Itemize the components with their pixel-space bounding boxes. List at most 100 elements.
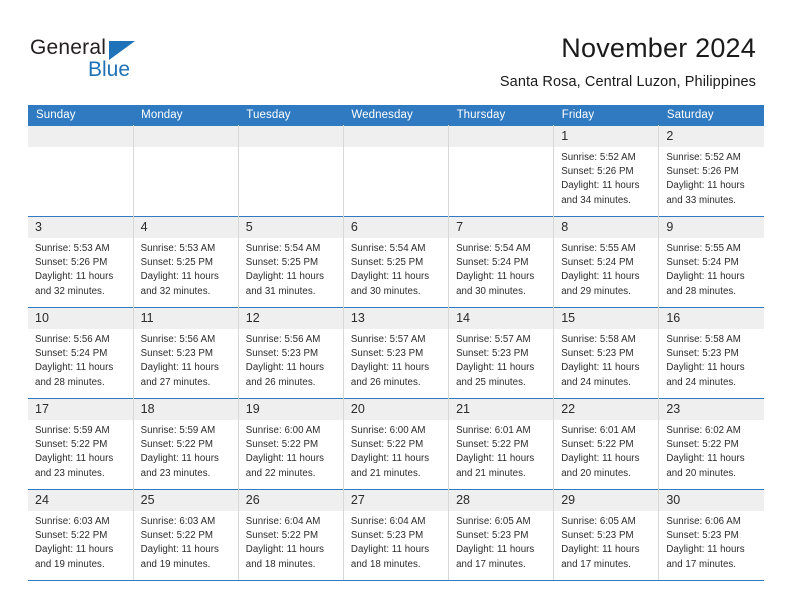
day-sun-info: Sunrise: 5:54 AM Sunset: 5:25 PM Daylight:… — [239, 238, 343, 299]
daylight-text-line1: Daylight: 11 hours — [350, 544, 430, 556]
sunrise-text: Sunrise: 6:04 AM — [245, 516, 321, 527]
day-sun-info: Sunrise: 6:04 AM Sunset: 5:22 PM Daylight:… — [239, 511, 343, 572]
calendar-day-cell[interactable]: 6 Sunrise: 5:54 AM Sunset: 5:25 PM Daylight… — [342, 216, 450, 308]
day-number: 13 — [343, 308, 449, 329]
daylight-text-line1: Daylight: 11 hours — [456, 271, 535, 283]
calendar-day-cell-empty — [342, 125, 450, 217]
day-number: 26 — [238, 490, 343, 511]
day-sun-info: Sunrise: 6:01 AM Sunset: 5:22 PM Daylight:… — [554, 420, 658, 481]
calendar-week-row: 1 Sunrise: 5:52 AM Sunset: 5:26 PM Daylight… — [28, 125, 764, 217]
calendar-day-cell[interactable]: 12 Sunrise: 5:56 AM Sunset: 5:23 PM Dayligh… — [237, 307, 344, 399]
sunrise-text: Sunrise: 5:55 AM — [561, 243, 636, 254]
day-sun-info: Sunrise: 5:57 AM Sunset: 5:23 PM Daylight:… — [344, 329, 448, 390]
sunrise-text: Sunrise: 5:57 AM — [456, 334, 531, 345]
sunset-text: Sunset: 5:26 PM — [666, 166, 739, 178]
calendar-day-cell[interactable]: 20 Sunrise: 6:00 AM Sunset: 5:22 PM Dayligh… — [342, 398, 450, 490]
calendar-day-cell[interactable]: 23 Sunrise: 6:02 AM Sunset: 5:22 PM Dayligh… — [658, 398, 764, 490]
calendar-day-cell[interactable]: 30 Sunrise: 6:06 AM Sunset: 5:23 PM Dayligh… — [658, 489, 764, 581]
calendar-day-cell[interactable]: 25 Sunrise: 6:03 AM Sunset: 5:22 PM Dayligh… — [132, 489, 239, 581]
day-number — [449, 126, 554, 147]
day-sun-info: Sunrise: 5:54 AM Sunset: 5:25 PM Daylight:… — [344, 238, 448, 299]
day-number — [28, 126, 133, 147]
sunset-text: Sunset: 5:23 PM — [561, 530, 634, 542]
sunrise-text: Sunrise: 5:52 AM — [561, 152, 636, 163]
sunrise-text: Sunrise: 6:03 AM — [35, 516, 110, 527]
sunset-text: Sunset: 5:22 PM — [35, 439, 108, 451]
sunrise-text: Sunrise: 5:59 AM — [35, 425, 110, 436]
daylight-text-line2: and 19 minutes. — [35, 558, 105, 570]
sunset-text: Sunset: 5:23 PM — [140, 348, 214, 360]
sunrise-text: Sunrise: 6:03 AM — [140, 516, 216, 527]
day-sun-info: Sunrise: 5:56 AM Sunset: 5:24 PM Daylight:… — [28, 329, 133, 390]
page-subtitle: Santa Rosa, Central Luzon, Philippines — [499, 74, 756, 90]
day-number: 25 — [133, 490, 238, 511]
day-sun-info: Sunrise: 5:53 AM Sunset: 5:26 PM Daylight:… — [28, 238, 133, 299]
daylight-text-line2: and 18 minutes. — [350, 558, 421, 570]
calendar-day-cell[interactable]: 22 Sunrise: 6:01 AM Sunset: 5:22 PM Dayligh… — [553, 398, 660, 490]
day-sun-info: Sunrise: 5:57 AM Sunset: 5:23 PM Daylight:… — [449, 329, 553, 390]
sunset-text: Sunset: 5:23 PM — [456, 530, 529, 542]
day-number — [238, 126, 343, 147]
calendar-day-cell[interactable]: 11 Sunrise: 5:56 AM Sunset: 5:23 PM Dayligh… — [132, 307, 239, 399]
sunrise-text: Sunrise: 6:05 AM — [456, 516, 531, 527]
calendar-day-cell[interactable]: 19 Sunrise: 6:00 AM Sunset: 5:22 PM Dayligh… — [237, 398, 344, 490]
day-number: 6 — [343, 217, 449, 238]
calendar-day-cell[interactable]: 14 Sunrise: 5:57 AM Sunset: 5:23 PM Dayligh… — [448, 307, 555, 399]
day-number: 3 — [28, 217, 133, 238]
daylight-text-line2: and 27 minutes. — [140, 376, 211, 388]
calendar-day-cell[interactable]: 18 Sunrise: 5:59 AM Sunset: 5:22 PM Dayligh… — [132, 398, 239, 490]
daylight-text-line2: and 32 minutes. — [35, 285, 105, 297]
calendar-day-cell[interactable]: 28 Sunrise: 6:05 AM Sunset: 5:23 PM Dayligh… — [448, 489, 555, 581]
calendar-day-cell[interactable]: 8 Sunrise: 5:55 AM Sunset: 5:24 PM Daylight… — [553, 216, 660, 308]
daylight-text-line1: Daylight: 11 hours — [35, 362, 114, 374]
day-number: 11 — [133, 308, 238, 329]
calendar-day-cell[interactable]: 7 Sunrise: 5:54 AM Sunset: 5:24 PM Daylight… — [448, 216, 555, 308]
daylight-text-line1: Daylight: 11 hours — [561, 180, 640, 192]
sunrise-text: Sunrise: 5:53 AM — [35, 243, 110, 254]
calendar-day-cell[interactable]: 27 Sunrise: 6:04 AM Sunset: 5:23 PM Dayligh… — [342, 489, 450, 581]
daylight-text-line1: Daylight: 11 hours — [561, 453, 640, 465]
daylight-text-line2: and 22 minutes. — [245, 467, 316, 479]
sunset-text: Sunset: 5:22 PM — [350, 439, 424, 451]
calendar-day-cell[interactable]: 5 Sunrise: 5:54 AM Sunset: 5:25 PM Daylight… — [237, 216, 344, 308]
calendar-day-cell[interactable]: 2 Sunrise: 5:52 AM Sunset: 5:26 PM Daylight… — [658, 125, 764, 217]
calendar-day-cell[interactable]: 15 Sunrise: 5:58 AM Sunset: 5:23 PM Dayligh… — [553, 307, 660, 399]
calendar-day-cell[interactable]: 1 Sunrise: 5:52 AM Sunset: 5:26 PM Daylight… — [553, 125, 660, 217]
sunset-text: Sunset: 5:24 PM — [456, 257, 529, 269]
day-sun-info: Sunrise: 5:58 AM Sunset: 5:23 PM Daylight:… — [554, 329, 658, 390]
calendar-week-row: 24 Sunrise: 6:03 AM Sunset: 5:22 PM Dayligh… — [28, 489, 764, 581]
calendar-day-cell[interactable]: 29 Sunrise: 6:05 AM Sunset: 5:23 PM Dayligh… — [553, 489, 660, 581]
daylight-text-line2: and 17 minutes. — [666, 558, 737, 570]
calendar-day-cell[interactable]: 13 Sunrise: 5:57 AM Sunset: 5:23 PM Dayligh… — [342, 307, 450, 399]
calendar-day-cell[interactable]: 16 Sunrise: 5:58 AM Sunset: 5:23 PM Dayligh… — [658, 307, 764, 399]
calendar-day-cell[interactable]: 3 Sunrise: 5:53 AM Sunset: 5:26 PM Daylight… — [28, 216, 134, 308]
day-sun-info: Sunrise: 6:03 AM Sunset: 5:22 PM Daylight:… — [134, 511, 238, 572]
daylight-text-line2: and 32 minutes. — [140, 285, 211, 297]
calendar-day-cell[interactable]: 9 Sunrise: 5:55 AM Sunset: 5:24 PM Daylight… — [658, 216, 764, 308]
daylight-text-line1: Daylight: 11 hours — [456, 453, 535, 465]
calendar-day-cell[interactable]: 10 Sunrise: 5:56 AM Sunset: 5:24 PM Dayligh… — [28, 307, 134, 399]
daylight-text-line2: and 20 minutes. — [561, 467, 631, 479]
daylight-text-line2: and 23 minutes. — [35, 467, 105, 479]
title-block: November 2024 Santa Rosa, Central Luzon,… — [500, 32, 756, 92]
daylight-text-line1: Daylight: 11 hours — [666, 544, 745, 556]
day-sun-info: Sunrise: 6:06 AM Sunset: 5:23 PM Daylight:… — [659, 511, 764, 572]
weekday-header-sunday: Sunday — [28, 105, 134, 126]
sunset-text: Sunset: 5:22 PM — [140, 530, 214, 542]
sunset-text: Sunset: 5:25 PM — [350, 257, 424, 269]
day-number: 10 — [28, 308, 133, 329]
calendar-day-cell[interactable]: 17 Sunrise: 5:59 AM Sunset: 5:22 PM Dayligh… — [28, 398, 134, 490]
day-sun-info: Sunrise: 5:58 AM Sunset: 5:23 PM Daylight:… — [659, 329, 764, 390]
calendar-day-cell[interactable]: 4 Sunrise: 5:53 AM Sunset: 5:25 PM Daylight… — [132, 216, 239, 308]
daylight-text-line2: and 24 minutes. — [561, 376, 631, 388]
calendar-day-cell[interactable]: 21 Sunrise: 6:01 AM Sunset: 5:22 PM Dayligh… — [448, 398, 555, 490]
calendar-day-cell[interactable]: 24 Sunrise: 6:03 AM Sunset: 5:22 PM Dayligh… — [28, 489, 134, 581]
sunrise-text: Sunrise: 5:54 AM — [456, 243, 531, 254]
sunrise-text: Sunrise: 6:02 AM — [666, 425, 741, 436]
generalblue-logo[interactable]: General Blue — [30, 36, 230, 88]
daylight-text-line1: Daylight: 11 hours — [245, 271, 325, 283]
daylight-text-line2: and 20 minutes. — [666, 467, 737, 479]
daylight-text-line1: Daylight: 11 hours — [350, 271, 430, 283]
calendar-day-cell[interactable]: 26 Sunrise: 6:04 AM Sunset: 5:22 PM Dayligh… — [237, 489, 344, 581]
weekday-header-saturday: Saturday — [658, 105, 764, 126]
